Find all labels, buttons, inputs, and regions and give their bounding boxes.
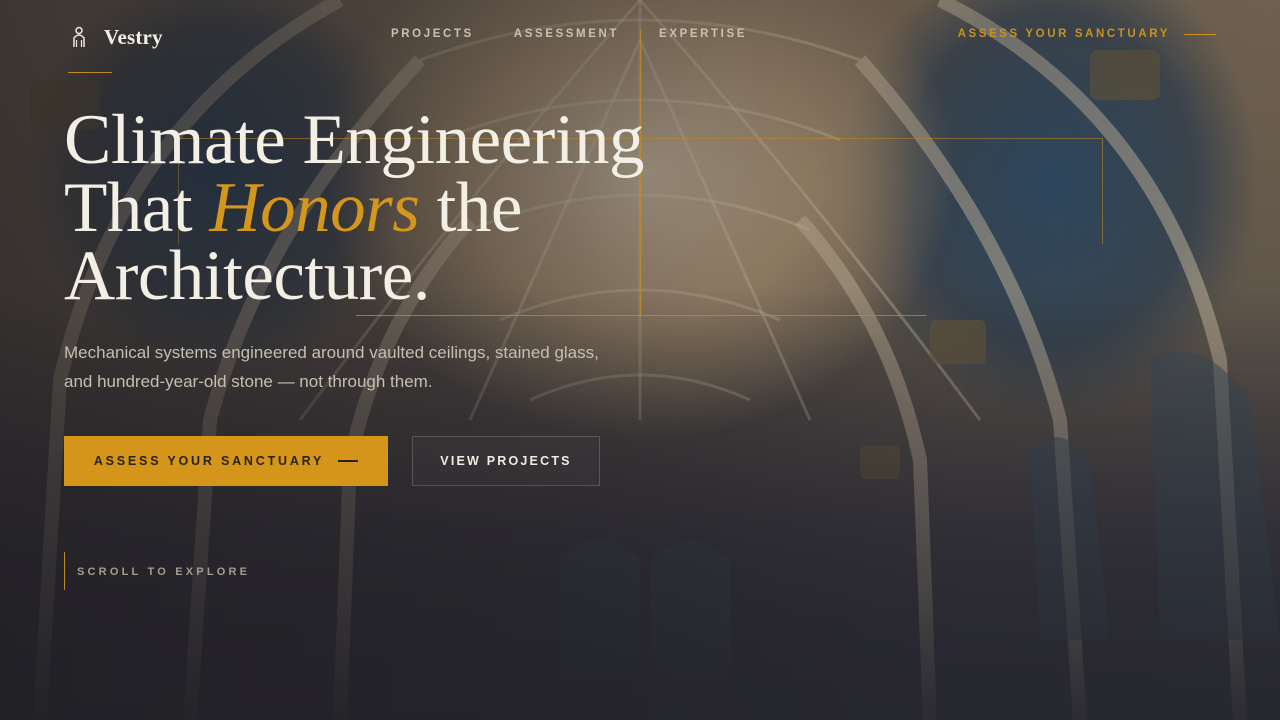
nav-link-projects[interactable]: PROJECTS: [391, 28, 474, 40]
hero-subtitle: Mechanical systems engineered around vau…: [64, 338, 664, 396]
assess-sanctuary-button-label: ASSESS YOUR SANCTUARY: [93, 454, 325, 468]
assess-sanctuary-button[interactable]: ASSESS YOUR SANCTUARY: [64, 436, 388, 486]
nav-assess-sanctuary-link[interactable]: ASSESS YOUR SANCTUARY: [958, 28, 1216, 40]
view-projects-button[interactable]: VIEW PROJECTS: [412, 436, 600, 486]
headline-line-2-post: the: [419, 169, 523, 247]
headline-line-2-pre: That: [64, 169, 210, 247]
brand-logo-link[interactable]: Vestry: [64, 22, 163, 52]
subtitle-line-2: and hundred-year-old stone — not through…: [64, 372, 433, 391]
brand-underline: [68, 72, 112, 73]
headline-line-3: Architecture.: [64, 237, 431, 315]
nav-links: PROJECTS ASSESSMENT EXPERTISE: [391, 28, 747, 40]
guide-line: [1102, 138, 1103, 244]
guide-line: [356, 315, 926, 316]
subtitle-line-1: Mechanical systems engineered around vau…: [64, 343, 599, 362]
sanctuary-figure-icon: [64, 22, 94, 52]
hero-headline: Climate Engineering That Honors the Arch…: [64, 105, 824, 312]
nav-cta-label: ASSESS YOUR SANCTUARY: [957, 28, 1170, 40]
view-projects-button-label: VIEW PROJECTS: [440, 454, 572, 468]
nav-link-assessment[interactable]: ASSESSMENT: [514, 28, 619, 40]
dash-icon: [338, 460, 359, 462]
scroll-indicator-line: [64, 552, 65, 590]
nav-link-expertise[interactable]: EXPERTISE: [659, 28, 747, 40]
top-navigation: Vestry PROJECTS ASSESSMENT EXPERTISE ASS…: [0, 0, 1280, 74]
dash-icon: [1184, 33, 1216, 35]
scroll-to-explore-label[interactable]: SCROLL TO EXPLORE: [77, 566, 250, 578]
brand-name: Vestry: [104, 24, 163, 49]
headline-accent-word: Honors: [209, 169, 420, 247]
headline-line-1: Climate Engineering: [64, 101, 645, 179]
